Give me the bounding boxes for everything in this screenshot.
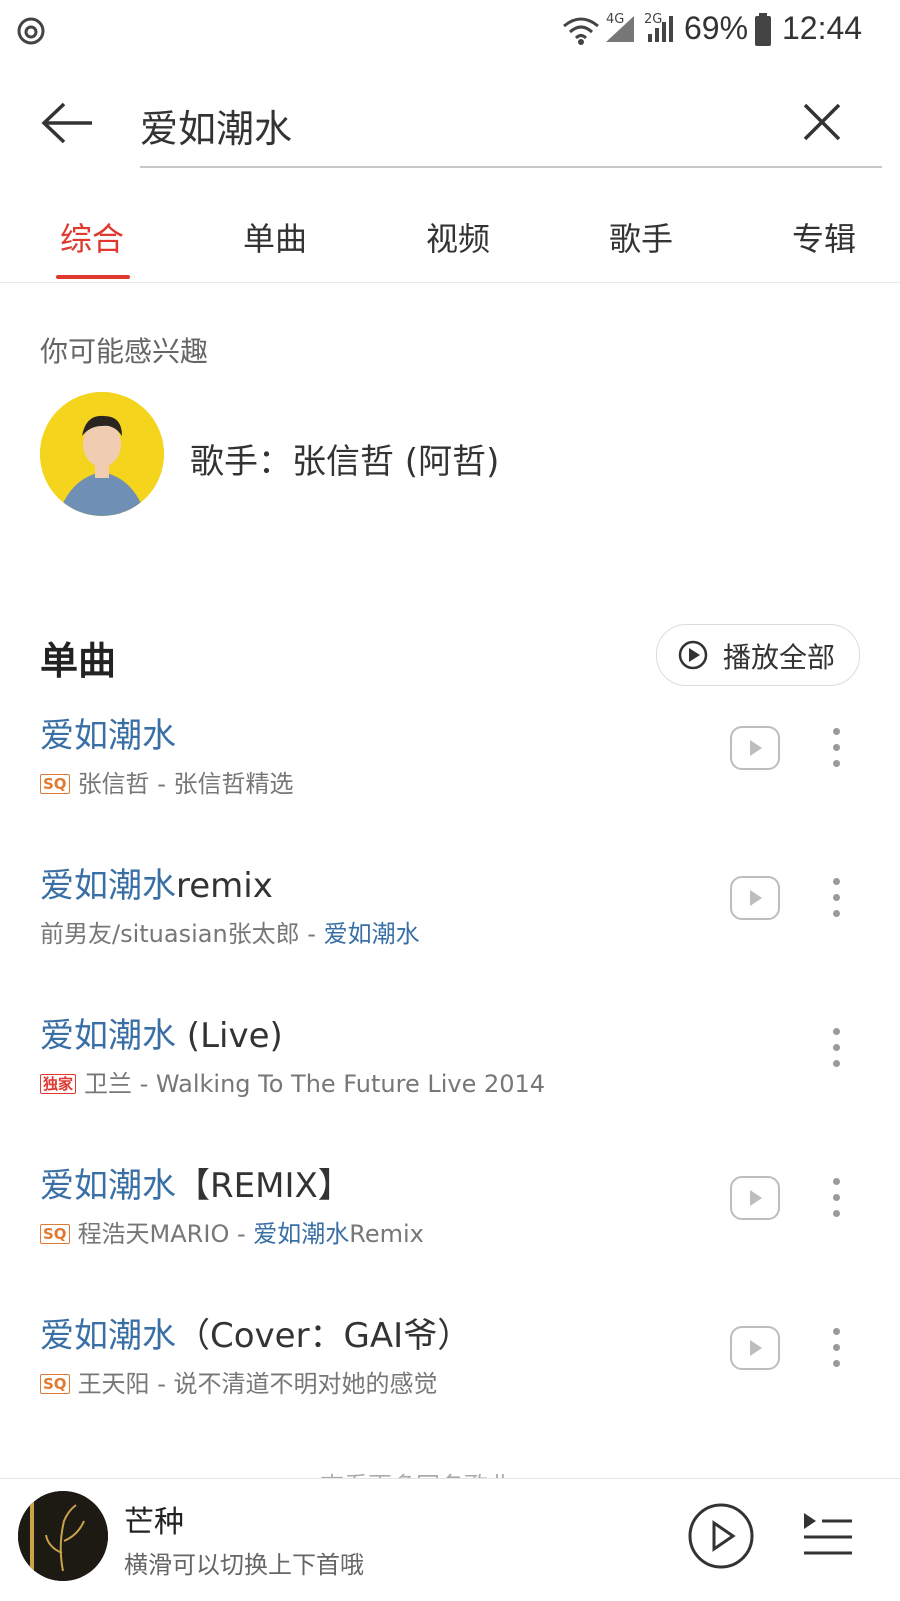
song-row[interactable]: 爱如潮水 SQ 张信哲 - 张信哲精选 — [0, 700, 900, 850]
song-title: 爱如潮水remix — [40, 866, 273, 906]
now-playing-title: 芒种 — [124, 1505, 184, 1540]
suggested-artist[interactable]: 歌手：张信哲 (阿哲) — [190, 434, 499, 483]
mini-play-button[interactable] — [686, 1501, 756, 1571]
sq-badge: SQ — [40, 1224, 70, 1244]
song-more-button[interactable] — [826, 726, 846, 770]
songs-section-title: 单曲 — [40, 639, 117, 683]
signal-icon — [648, 16, 673, 42]
clock: 12:44 — [782, 10, 863, 46]
search-underline — [140, 166, 882, 168]
app-logo-icon — [17, 17, 45, 45]
play-icon — [750, 1340, 762, 1356]
sq-badge: SQ — [40, 774, 70, 794]
back-arrow-icon[interactable] — [40, 100, 96, 146]
tab-albums[interactable]: 专辑 — [792, 214, 856, 260]
album-cover[interactable] — [18, 1491, 108, 1581]
song-more-button[interactable] — [826, 1176, 846, 1220]
song-play-button[interactable] — [730, 726, 780, 770]
mini-player[interactable]: 芒种 横滑可以切换上下首哦 — [0, 1478, 900, 1601]
song-more-button[interactable] — [826, 1326, 846, 1370]
song-play-button[interactable] — [730, 1176, 780, 1220]
song-subtitle: 前男友/situasian张太郎 - 爱如潮水 — [40, 920, 420, 948]
tab-divider — [0, 282, 900, 283]
play-all-label: 播放全部 — [723, 641, 836, 674]
song-row[interactable]: 爱如潮水 (Live) 独家 卫兰 - Walking To The Future… — [0, 1000, 900, 1150]
song-title: 爱如潮水 — [40, 716, 176, 756]
song-subtitle: SQ 王天阳 - 说不清道不明对她的感觉 — [40, 1364, 437, 1399]
wifi-icon — [563, 17, 599, 45]
artist-photo — [40, 392, 164, 516]
song-title: 爱如潮水（Cover：GAI爷） — [40, 1316, 472, 1356]
play-icon — [750, 1190, 762, 1206]
play-icon — [750, 890, 762, 906]
suggestion-heading: 你可能感兴趣 — [40, 335, 209, 368]
swipe-hint: 横滑可以切换上下首哦 — [124, 1551, 364, 1579]
exclusive-badge: 独家 — [40, 1074, 77, 1094]
song-more-button[interactable] — [826, 876, 846, 920]
song-more-button[interactable] — [826, 1026, 846, 1070]
clear-search-icon[interactable] — [802, 102, 842, 142]
album-art — [18, 1491, 108, 1581]
song-row[interactable]: 爱如潮水（Cover：GAI爷） SQ 王天阳 - 说不清道不明对她的感觉 — [0, 1300, 900, 1450]
song-subtitle: SQ 程浩天MARIO - 爱如潮水Remix — [40, 1214, 424, 1249]
tab-active-indicator — [56, 275, 130, 279]
song-title: 爱如潮水 (Live) — [40, 1016, 283, 1056]
battery-icon — [755, 13, 771, 46]
play-icon — [750, 740, 762, 756]
song-title: 爱如潮水【REMIX】 — [40, 1166, 352, 1206]
song-row[interactable]: 爱如潮水【REMIX】 SQ 程浩天MARIO - 爱如潮水Remix — [0, 1150, 900, 1300]
battery-percent: 69% — [684, 10, 749, 46]
play-all-button[interactable]: 播放全部 — [656, 624, 860, 686]
signal-icon — [606, 16, 634, 42]
song-subtitle: 独家 卫兰 - Walking To The Future Live 2014 — [40, 1064, 545, 1099]
play-circle-icon — [678, 640, 708, 670]
song-subtitle: SQ 张信哲 - 张信哲精选 — [40, 764, 293, 799]
tab-artists[interactable]: 歌手 — [609, 214, 673, 260]
tab-comprehensive[interactable]: 综合 — [60, 214, 124, 260]
playlist-icon[interactable] — [800, 1509, 856, 1563]
song-play-button[interactable] — [730, 876, 780, 920]
song-row[interactable]: 爱如潮水remix 前男友/situasian张太郎 - 爱如潮水 — [0, 850, 900, 1000]
status-bar: 4G 2G 69% 12:44 — [0, 0, 900, 62]
search-input[interactable]: 爱如潮水 — [140, 98, 292, 153]
tab-songs[interactable]: 单曲 — [243, 214, 307, 260]
tab-videos[interactable]: 视频 — [426, 214, 490, 260]
artist-avatar[interactable] — [40, 392, 164, 516]
song-play-button[interactable] — [730, 1326, 780, 1370]
sq-badge: SQ — [40, 1374, 70, 1394]
